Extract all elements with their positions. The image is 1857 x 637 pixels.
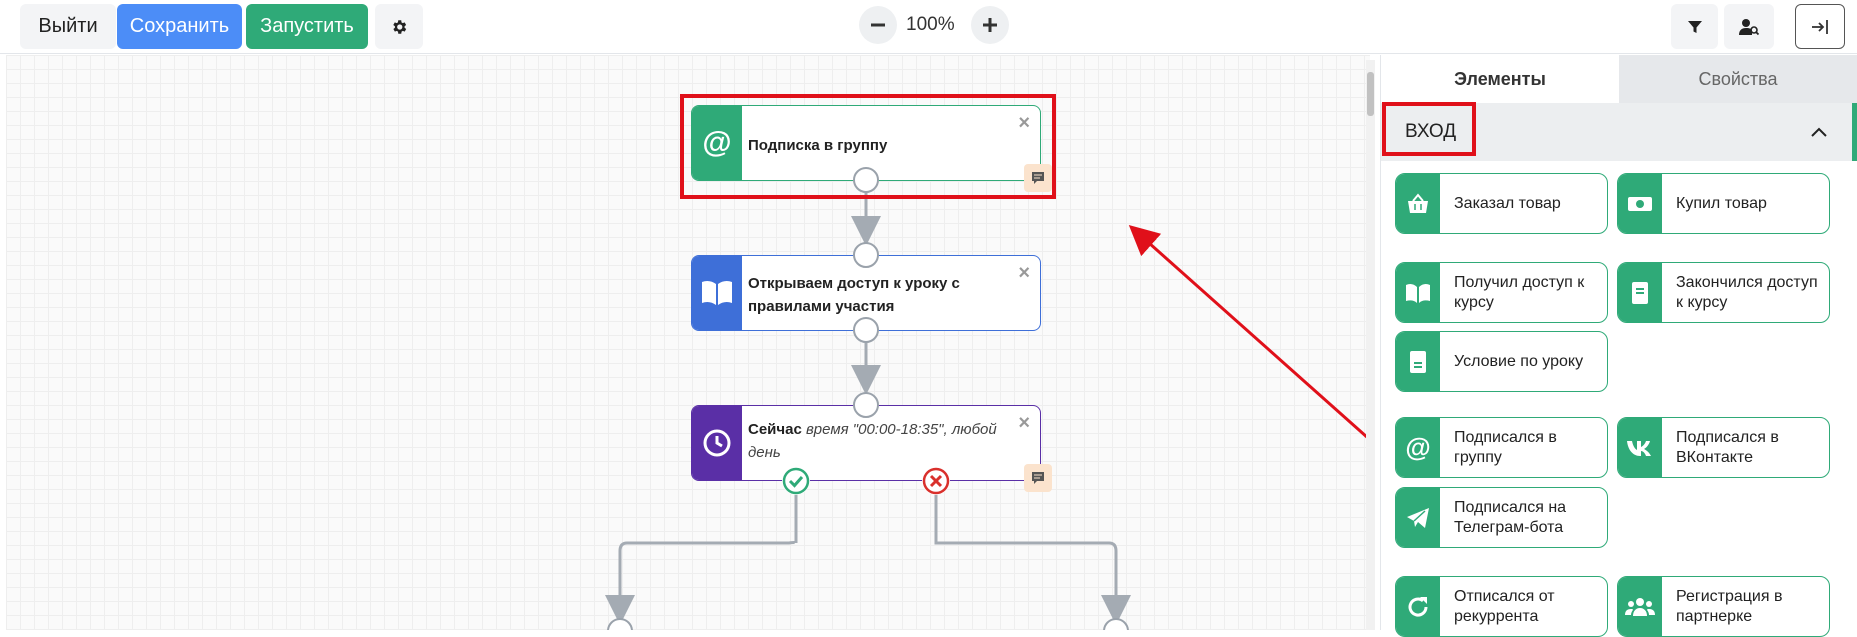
x-circle-icon: [922, 467, 950, 495]
close-icon[interactable]: ×: [1018, 262, 1030, 285]
tile-ordered-product[interactable]: Заказал товар: [1395, 173, 1608, 234]
tile-bought-product[interactable]: Купил товар: [1617, 173, 1830, 234]
canvas-scrollbar[interactable]: [1366, 60, 1375, 630]
tile-label: Подписался в ВКонтакте: [1676, 428, 1779, 466]
plus-icon: [983, 18, 997, 32]
node-title: Сейчас: [748, 421, 802, 438]
input-port[interactable]: [853, 392, 879, 418]
no-port[interactable]: [922, 467, 950, 495]
connector-no: [934, 481, 1131, 625]
zoom-out-button[interactable]: [859, 6, 897, 44]
tile-course-access-ended[interactable]: Закончился доступ к курсу: [1617, 262, 1830, 323]
section-accent: [1852, 103, 1857, 161]
tile-got-course-access[interactable]: Получил доступ к курсу: [1395, 262, 1608, 323]
at-icon: @: [1405, 435, 1430, 461]
note-button[interactable]: [1024, 464, 1052, 492]
top-toolbar: Выйти Сохранить Запустить 100%: [0, 0, 1857, 54]
tile-subscribed-telegram[interactable]: Подписался на Телеграм-бота: [1395, 487, 1608, 548]
node-icon-area: [692, 406, 742, 480]
comment-icon: [1032, 472, 1044, 484]
panel-tabs: Элементы Свойства: [1381, 55, 1857, 103]
annotation-arrow: [1128, 225, 1369, 440]
tile-label: Подписался на Телеграм-бота: [1454, 498, 1567, 536]
users-icon: [1625, 597, 1655, 616]
tab-elements[interactable]: Элементы: [1381, 55, 1619, 103]
user-search-button[interactable]: [1724, 4, 1774, 49]
check-circle-icon: [782, 467, 810, 495]
tile-unsubscribed-recurrent[interactable]: Отписался от рекуррента: [1395, 576, 1608, 637]
svg-text:@: @: [1405, 435, 1430, 461]
filter-icon: [1687, 20, 1702, 33]
refresh-icon: [1408, 596, 1428, 616]
basket-icon: [1408, 192, 1428, 213]
connector-yes: [605, 481, 798, 625]
document-icon: [1632, 281, 1648, 304]
close-icon[interactable]: ×: [1018, 412, 1030, 435]
tile-subscribed-vk[interactable]: Подписался в ВКонтакте: [1617, 417, 1830, 478]
clock-icon: [703, 429, 731, 457]
tile-lesson-condition[interactable]: Условие по уроку: [1395, 331, 1608, 392]
tile-label: Подписался в группу: [1454, 428, 1557, 466]
minus-icon: [871, 23, 885, 27]
zoom-in-button[interactable]: [971, 6, 1009, 44]
lesson-icon: [1410, 350, 1426, 373]
input-port[interactable]: [853, 242, 879, 268]
settings-button[interactable]: [375, 4, 423, 49]
tile-label: Закончился доступ к курсу: [1676, 273, 1818, 311]
zoom-level: 100%: [906, 14, 955, 35]
tile-label: Условие по уроку: [1454, 352, 1584, 370]
chevron-up-icon: [1811, 127, 1827, 137]
tile-label: Получил доступ к курсу: [1454, 273, 1585, 311]
book-icon: [702, 280, 732, 305]
node-icon-area: [692, 256, 742, 330]
scroll-thumb[interactable]: [1367, 72, 1374, 116]
user-search-icon: [1739, 18, 1759, 35]
tile-label: Отписался от рекуррента: [1454, 587, 1555, 625]
highlight-box: [680, 94, 1056, 199]
tile-label: Купил товар: [1676, 194, 1767, 212]
vk-icon: [1627, 440, 1651, 456]
tile-label: Регистрация в партнерке: [1676, 587, 1783, 625]
exit-button[interactable]: Выйти: [20, 4, 116, 49]
run-button[interactable]: Запустить: [246, 4, 368, 49]
tile-partner-registration[interactable]: Регистрация в партнерке: [1617, 576, 1830, 637]
filter-button[interactable]: [1671, 4, 1718, 49]
flow-canvas[interactable]: @ Подписка в группу × Открываем доступ к…: [6, 55, 1370, 630]
money-icon: [1628, 196, 1652, 211]
output-port[interactable]: [853, 317, 879, 343]
sidebar-collapse-icon: [1812, 19, 1828, 34]
tile-subscribed-group[interactable]: @ Подписался в группу: [1395, 417, 1608, 478]
collapse-panel-button[interactable]: [1795, 4, 1845, 49]
node-title: Открываем доступ к уроку с правилами уча…: [748, 275, 960, 315]
save-button[interactable]: Сохранить: [117, 4, 242, 49]
elements-panel: Элементы Свойства ВХОД Заказал товар Куп…: [1380, 55, 1857, 637]
telegram-icon: [1407, 507, 1429, 528]
book-icon: [1406, 283, 1430, 303]
tile-label: Заказал товар: [1454, 194, 1561, 212]
gear-icon: [393, 19, 407, 34]
tab-properties[interactable]: Свойства: [1619, 55, 1857, 103]
yes-port[interactable]: [782, 467, 810, 495]
highlight-box: [1382, 102, 1476, 156]
